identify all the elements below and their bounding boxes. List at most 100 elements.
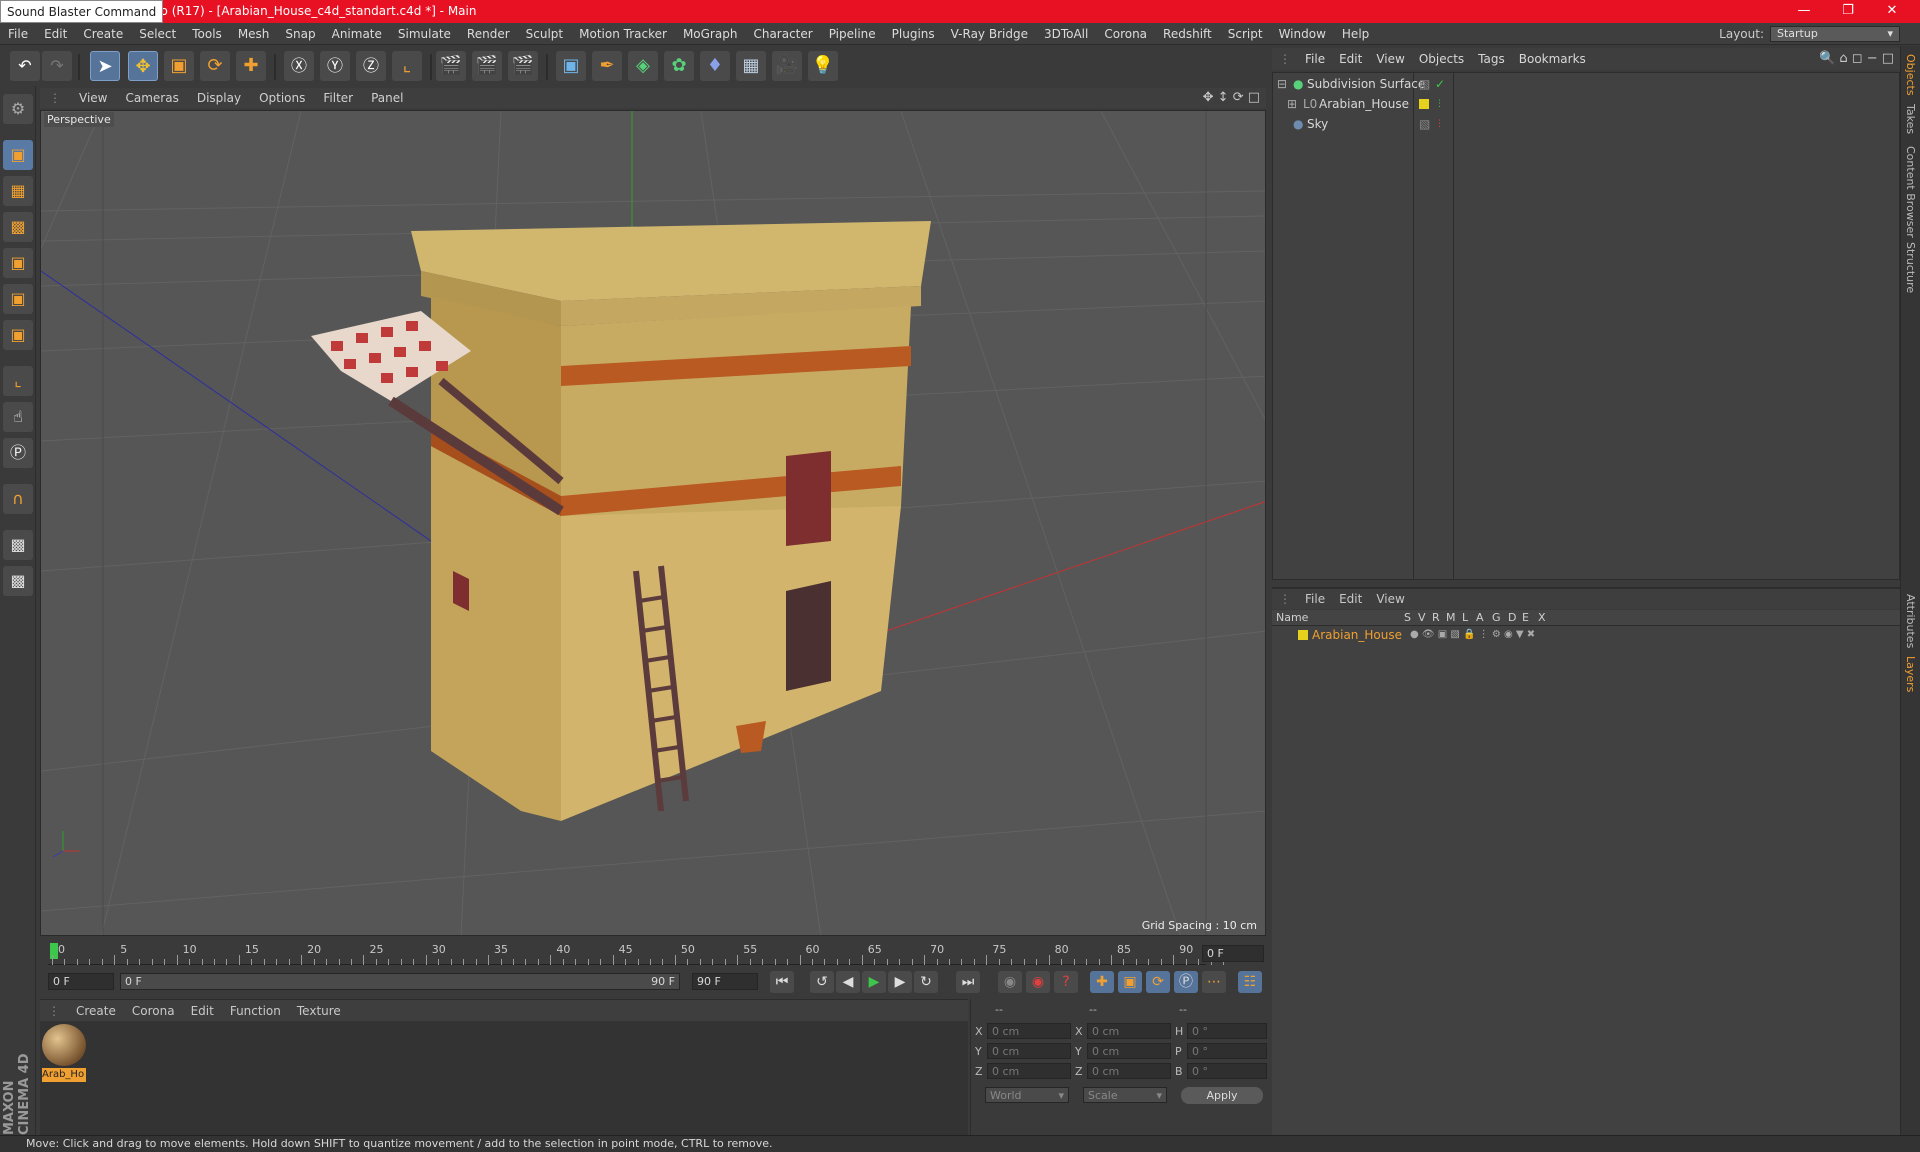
size-z-field[interactable]: 0 cm (1087, 1063, 1171, 1079)
perspective-viewport[interactable]: Perspective Grid Spacing : 10 cm (40, 110, 1266, 936)
material-swatch[interactable]: Arab_Ho (42, 1024, 86, 1082)
play-icon[interactable]: ▶ (862, 971, 886, 993)
key-rotation-icon[interactable]: ⟳ (1146, 971, 1170, 993)
deformer-icon[interactable]: ♦ (700, 51, 730, 81)
layout-dropdown[interactable]: Startup ▾ (1770, 26, 1900, 42)
menu-corona[interactable]: Corona (1096, 23, 1155, 45)
scale-dropdown[interactable]: Scale ▾ (1083, 1087, 1167, 1103)
menu-snap[interactable]: Snap (277, 23, 323, 45)
move-tool-icon[interactable]: ✥ (128, 51, 158, 81)
menu-select[interactable]: Select (131, 23, 184, 45)
spline-pen-icon[interactable]: ✒ (592, 51, 622, 81)
keyframe-selection-icon[interactable]: ? (1054, 971, 1078, 993)
auto-key-icon[interactable]: ◉ (1026, 971, 1050, 993)
tab-objects[interactable]: Objects (1904, 54, 1917, 96)
position-x-field[interactable]: 0 cm (987, 1023, 1071, 1039)
menu-simulate[interactable]: Simulate (390, 23, 459, 45)
start-frame-field[interactable]: 0 F (48, 973, 114, 990)
goto-end-icon[interactable]: ⏭ (956, 971, 980, 993)
viewport-nav-icons[interactable]: ✥ ↕ ⟳ □ (1203, 90, 1260, 105)
world-dropdown[interactable]: World ▾ (985, 1087, 1069, 1103)
polygons-mode-icon[interactable]: ▣ (3, 320, 33, 350)
tab-structure[interactable]: Structure (1904, 242, 1917, 293)
material-menu-function[interactable]: Function (222, 1000, 289, 1022)
tab-content-browser[interactable]: Content Browser (1904, 146, 1917, 238)
x-axis-icon[interactable]: Ⓧ (284, 51, 314, 81)
render-view-icon[interactable]: 🎬 (436, 51, 466, 81)
position-y-field[interactable]: 0 cm (987, 1043, 1071, 1059)
objects-menu-bookmarks[interactable]: Bookmarks (1512, 48, 1593, 70)
menu-3dtoall[interactable]: 3DToAll (1036, 23, 1096, 45)
floor-icon[interactable]: ▦ (736, 51, 766, 81)
objects-menu-file[interactable]: File (1298, 48, 1332, 70)
render-picture-viewer-icon[interactable]: 🎬 (472, 51, 502, 81)
menu-script[interactable]: Script (1220, 23, 1271, 45)
objects-menu-tags[interactable]: Tags (1471, 48, 1512, 70)
layers-menu-edit[interactable]: Edit (1332, 589, 1369, 609)
viewport-menu-panel[interactable]: Panel (362, 88, 412, 108)
tab-attributes[interactable]: Attributes (1904, 594, 1917, 648)
key-pla-icon[interactable]: ⋯ (1202, 971, 1226, 993)
texture-mode-icon[interactable]: ▦ (3, 176, 33, 206)
end-frame-field[interactable]: 90 F (692, 973, 758, 990)
snap-icon[interactable]: Ⓟ (3, 438, 33, 468)
minimize-button[interactable]: — (1782, 0, 1826, 23)
rotation-p-field[interactable]: 0 ° (1187, 1043, 1267, 1059)
record-keys-icon[interactable]: ◉ (998, 971, 1022, 993)
light-icon[interactable]: 💡 (808, 51, 838, 81)
edges-mode-icon[interactable]: ▣ (3, 284, 33, 314)
menu-mesh[interactable]: Mesh (230, 23, 278, 45)
layer-name[interactable]: Arabian_House (1312, 626, 1402, 644)
rotate-tool-icon[interactable]: ⟳ (200, 51, 230, 81)
objects-header-icons[interactable]: 🔍 ⌂ ◻ − □ (1819, 48, 1894, 70)
size-y-field[interactable]: 0 cm (1087, 1043, 1171, 1059)
workplane-mode-icon[interactable]: ▩ (3, 212, 33, 242)
current-frame-field[interactable]: 0 F (1202, 945, 1264, 962)
layers-menu-file[interactable]: File (1298, 589, 1332, 609)
camera-icon[interactable]: 🎥 (772, 51, 802, 81)
coordinate-system-icon[interactable]: ⌞ (392, 51, 422, 81)
menu-vray-bridge[interactable]: V-Ray Bridge (943, 23, 1036, 45)
menu-sculpt[interactable]: Sculpt (518, 23, 571, 45)
y-axis-icon[interactable]: Ⓨ (320, 51, 350, 81)
collapse-icon[interactable]: ⊟ (1277, 75, 1287, 93)
goto-start-icon[interactable]: ⏮ (770, 971, 794, 993)
timeline-ruler[interactable]: 0 5 10 15 20 25 30 35 40 45 50 55 60 65 70 75 80 85 90 0 F (40, 939, 1266, 967)
apply-button[interactable]: Apply (1181, 1087, 1263, 1104)
menu-render[interactable]: Render (459, 23, 518, 45)
menu-mograph[interactable]: MoGraph (675, 23, 746, 45)
rotation-h-field[interactable]: 0 ° (1187, 1023, 1267, 1039)
preview-range-slider[interactable]: 0 F 90 F (120, 973, 680, 990)
next-key-icon[interactable]: ↻ (914, 971, 938, 993)
menu-create[interactable]: Create (75, 23, 131, 45)
restore-button[interactable]: ❐ (1826, 0, 1870, 23)
viewport-menu-cameras[interactable]: Cameras (116, 88, 187, 108)
menu-animate[interactable]: Animate (324, 23, 390, 45)
objects-menu-view[interactable]: View (1369, 48, 1411, 70)
menu-tools[interactable]: Tools (184, 23, 230, 45)
tweak-mode-icon[interactable]: ☝ (3, 402, 33, 432)
menu-plugins[interactable]: Plugins (884, 23, 943, 45)
key-position-icon[interactable]: ✚ (1090, 971, 1114, 993)
model-mode-icon[interactable]: ▣ (3, 140, 33, 170)
menu-file[interactable]: File (0, 23, 36, 45)
material-menu-corona[interactable]: Corona (124, 1000, 183, 1022)
menu-pipeline[interactable]: Pipeline (821, 23, 884, 45)
select-tool-icon[interactable]: ➤ (90, 51, 120, 81)
objects-menu-edit[interactable]: Edit (1332, 48, 1369, 70)
object-row[interactable]: ⊞ L0 Arabian_House ⋮ (1273, 95, 1899, 113)
menu-redshift[interactable]: Redshift (1155, 23, 1220, 45)
material-menu-edit[interactable]: Edit (183, 1000, 222, 1022)
viewport-menu-view[interactable]: View (70, 88, 116, 108)
viewport-menu-display[interactable]: Display (188, 88, 250, 108)
undo-icon[interactable]: ↶ (10, 51, 40, 81)
object-name[interactable]: Subdivision Surface (1307, 75, 1425, 93)
rotation-b-field[interactable]: 0 ° (1187, 1063, 1267, 1079)
magnet-icon[interactable]: ∩ (3, 484, 33, 514)
menu-help[interactable]: Help (1334, 23, 1377, 45)
menu-motion-tracker[interactable]: Motion Tracker (571, 23, 675, 45)
cube-icon[interactable]: ▣ (556, 51, 586, 81)
visibility-dots-icon[interactable]: ⋮ (1435, 95, 1444, 113)
prev-frame-icon[interactable]: ◀ (836, 971, 860, 993)
locked-workplane-icon[interactable]: ▩ (3, 530, 33, 560)
